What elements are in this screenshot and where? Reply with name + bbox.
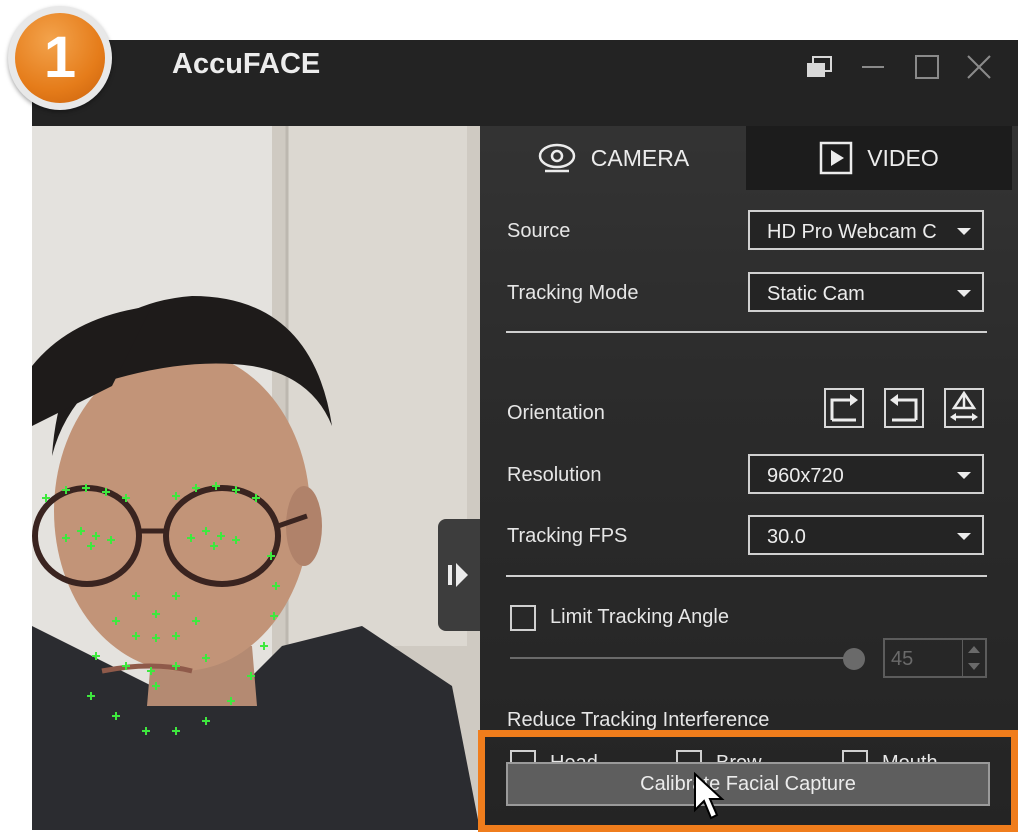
step-number: 1 xyxy=(15,13,105,103)
chevron-down-icon xyxy=(957,533,971,540)
tab-camera[interactable]: CAMERA xyxy=(480,126,746,190)
tracking-fps-label: Tracking FPS xyxy=(507,525,628,547)
callout-highlight-box xyxy=(478,730,1018,832)
limit-tracking-angle-label: Limit Tracking Angle xyxy=(550,606,729,628)
angle-value: 45 xyxy=(891,648,914,670)
chevron-down-icon xyxy=(957,290,971,297)
rotate-right-icon xyxy=(830,394,858,422)
flip-icon xyxy=(950,390,978,421)
minimize-icon[interactable] xyxy=(858,52,888,82)
flip-button[interactable] xyxy=(944,388,984,428)
title-bar: AccuFACE xyxy=(32,40,1018,126)
restore-window-icon[interactable] xyxy=(804,52,834,82)
source-label: Source xyxy=(507,220,571,242)
tab-video-label: VIDEO xyxy=(867,144,939,171)
maximize-icon[interactable] xyxy=(912,52,942,82)
source-dropdown[interactable]: HD Pro Webcam C xyxy=(748,210,984,250)
tracking-mode-label: Tracking Mode xyxy=(507,282,639,304)
app-title: AccuFACE xyxy=(172,48,321,80)
collapse-arrow-icon xyxy=(448,563,468,587)
close-icon[interactable] xyxy=(964,52,994,82)
resolution-dropdown[interactable]: 960x720 xyxy=(748,454,984,494)
angle-slider-track[interactable] xyxy=(510,657,850,659)
chevron-down-icon xyxy=(957,228,971,235)
rotate-left-icon xyxy=(890,394,918,422)
orientation-label: Orientation xyxy=(507,402,605,424)
tracking-fps-dropdown[interactable]: 30.0 xyxy=(748,515,984,555)
reduce-interference-label: Reduce Tracking Interference xyxy=(507,709,770,731)
spin-arrows-icon[interactable] xyxy=(962,640,985,676)
tab-video[interactable]: VIDEO xyxy=(746,126,1012,190)
limit-tracking-angle-checkbox[interactable] xyxy=(510,605,536,631)
webcam-icon xyxy=(538,143,576,173)
resolution-value: 960x720 xyxy=(767,465,844,487)
angle-spinbox[interactable]: 45 xyxy=(883,638,987,678)
webcam-feed-image xyxy=(32,126,480,830)
source-value: HD Pro Webcam C xyxy=(767,221,937,243)
mouse-pointer-icon xyxy=(694,772,725,820)
tracking-fps-value: 30.0 xyxy=(767,526,806,548)
chevron-down-icon xyxy=(957,472,971,479)
resolution-label: Resolution xyxy=(507,464,602,486)
collapse-panel-handle[interactable] xyxy=(438,519,480,631)
divider xyxy=(506,331,987,333)
play-icon xyxy=(819,141,853,175)
tracking-mode-dropdown[interactable]: Static Cam xyxy=(748,272,984,312)
camera-preview xyxy=(32,126,480,830)
settings-panel: CAMERA VIDEO Source HD Pro Webcam C Trac… xyxy=(480,126,1018,830)
step-badge: 1 xyxy=(8,6,112,110)
tab-camera-label: CAMERA xyxy=(590,144,690,171)
angle-slider-handle[interactable] xyxy=(843,648,865,670)
tracking-mode-value: Static Cam xyxy=(767,283,865,305)
accuface-window: AccuFACE CAMERA VIDEO Source HD Pro Webc… xyxy=(32,40,1018,830)
rotate-left-button[interactable] xyxy=(884,388,924,428)
divider xyxy=(506,575,987,577)
rotate-right-button[interactable] xyxy=(824,388,864,428)
